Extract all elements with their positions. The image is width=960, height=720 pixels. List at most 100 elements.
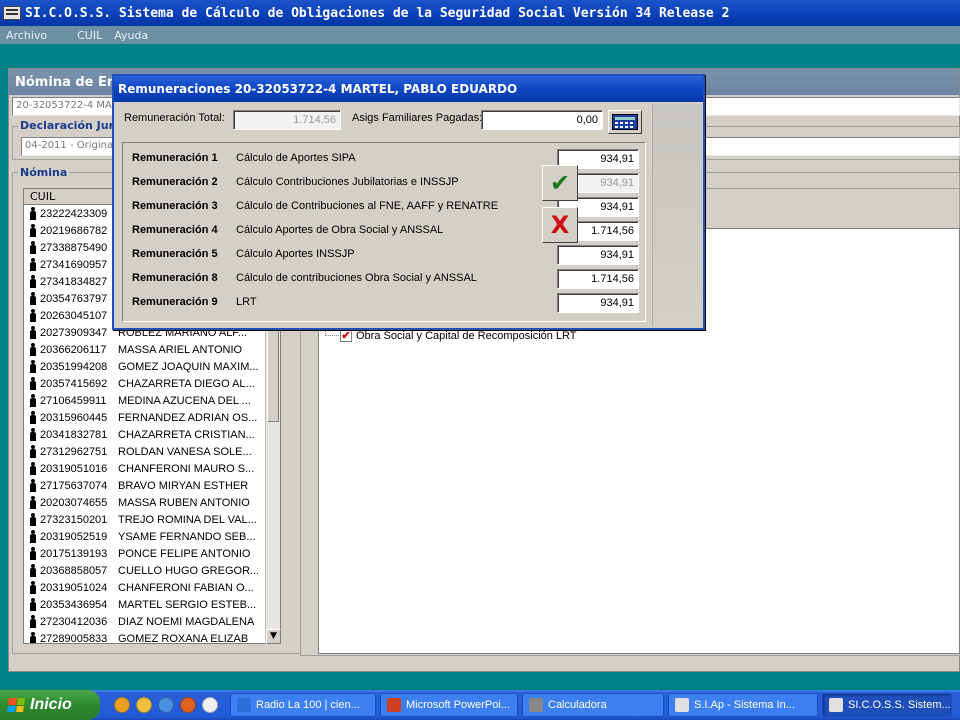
scroll-down-icon[interactable]: ▼ [266, 629, 281, 644]
list-item[interactable]: 27312962751 ROLDAN VANESA SOLE... [24, 443, 280, 460]
list-item[interactable]: 20203074655 MASSA RUBEN ANTONIO [24, 494, 280, 511]
remuneracion-value-input[interactable]: 934,91 [557, 293, 639, 313]
row-name: GOMEZ JOAQUIN MAXIM... [118, 360, 258, 373]
start-label: Inicio [30, 696, 72, 713]
app-titlebar[interactable]: SI.C.O.S.S. Sistema de Cálculo de Obliga… [0, 0, 960, 26]
row-cuil: 20263045107 [40, 309, 108, 322]
list-item[interactable]: 27323150201 TREJO ROMINA DEL VAL... [24, 511, 280, 528]
checkmark-icon: ✔ [549, 169, 571, 197]
list-item[interactable]: 27230412036 DIAZ NOEMI MAGDALENA [24, 613, 280, 630]
row-name: ROLDAN VANESA SOLE... [118, 445, 252, 458]
list-item[interactable]: 20319052519 YSAME FERNANDO SEB... [24, 528, 280, 545]
row-name: CHANFERONI FABIAN O... [118, 581, 254, 594]
remuneraciones-dialog: Remuneraciones 20-32053722-4 MARTEL, PAB… [112, 74, 705, 330]
remuneracion-desc: Cálculo Aportes de Obra Social y ANSSAL [236, 224, 444, 236]
remuneracion-desc: Cálculo Aportes INSSJP [236, 248, 355, 260]
remuneracion-row: Remuneración 5 Cálculo Aportes INSSJP [132, 244, 556, 264]
row-cuil: 20357415692 [40, 377, 108, 390]
list-item[interactable]: 20319051024 CHANFERONI FABIAN O... [24, 579, 280, 596]
dialog-titlebar[interactable]: Remuneraciones 20-32053722-4 MARTEL, PAB… [114, 76, 703, 102]
taskbar-button[interactable]: Radio La 100 | cien... [230, 693, 376, 717]
quicklaunch-firefox-icon[interactable] [180, 697, 196, 713]
row-cuil: 27341834827 [40, 275, 108, 288]
row-name: YSAME FERNANDO SEB... [118, 530, 256, 543]
quicklaunch-outlook-icon[interactable] [136, 697, 152, 713]
person-icon [30, 258, 36, 271]
remuneracion-desc: Cálculo Contribuciones Jubilatorias e IN… [236, 176, 459, 188]
menu-cuil[interactable]: CUIL [71, 29, 108, 42]
list-item[interactable]: 20357415692 CHAZARRETA DIEGO AL... [24, 375, 280, 392]
app-title: SI.C.O.S.S. Sistema de Cálculo de Obliga… [25, 5, 730, 21]
person-icon [30, 207, 36, 220]
row-cuil: 23222423309 [40, 207, 108, 220]
row-cuil: 20319052519 [40, 530, 108, 543]
list-item[interactable]: 20315960445 FERNANDEZ ADRIAN OS... [24, 409, 280, 426]
checkbox-icon[interactable]: ✔ [340, 330, 352, 342]
person-icon [30, 479, 36, 492]
person-icon [30, 394, 36, 407]
remuneracion-row: Remuneración 8 Cálculo de contribuciones … [132, 268, 556, 288]
ok-button[interactable]: ✔ [542, 165, 578, 201]
menu-ayuda[interactable]: Ayuda [108, 29, 154, 42]
task-app-icon [387, 698, 401, 712]
list-item[interactable]: 20175139193 PONCE FELIPE ANTONIO [24, 545, 280, 562]
list-item[interactable]: 27175637074 BRAVO MIRYAN ESTHER [24, 477, 280, 494]
list-item[interactable]: 20319051016 CHANFERONI MAURO S... [24, 460, 280, 477]
row-name: DIAZ NOEMI MAGDALENA [118, 615, 255, 628]
nomina-label: Nómina [18, 166, 70, 179]
remuneracion-row: Remuneración 4 Cálculo Aportes de Obra So… [132, 220, 556, 240]
person-icon [30, 615, 36, 628]
person-icon [30, 445, 36, 458]
list-item[interactable]: 27289005833 GOMEZ ROXANA ELIZAB [24, 630, 280, 644]
task-app-icon [237, 698, 251, 712]
remuneracion-value-input[interactable]: 1.714,56 [557, 269, 639, 289]
list-item[interactable]: 20353436954 MARTEL SERGIO ESTEB... [24, 596, 280, 613]
rem-total-input: 1.714,56 [233, 110, 341, 130]
list-item[interactable]: 20351994208 GOMEZ JOAQUIN MAXIM... [24, 358, 280, 375]
row-name: CHAZARRETA CRISTIAN... [118, 428, 255, 441]
calculator-button[interactable] [608, 110, 642, 134]
start-button[interactable]: Inicio [0, 690, 100, 720]
asigs-label: Asigs Familiares Pagadas: [352, 112, 483, 124]
row-name: TREJO ROMINA DEL VAL... [118, 513, 257, 526]
taskbar-button[interactable]: Calculadora [522, 693, 664, 717]
list-item[interactable]: 20366206117 MASSA ARIEL ANTONIO [24, 341, 280, 358]
taskbar-button[interactable]: Microsoft PowerPoi... [380, 693, 518, 717]
row-name: MARTEL SERGIO ESTEB... [118, 598, 257, 611]
close-icon: X [550, 211, 570, 239]
person-icon [30, 411, 36, 424]
tree-item-obra-social[interactable]: ✔ Obra Social y Capital de Recomposición… [340, 330, 577, 342]
taskbar-button[interactable]: SI.C.O.S.S. Sistem... [822, 693, 952, 717]
taskbar: Inicio Radio La 100 | cien... Microsoft P… [0, 690, 960, 720]
row-cuil: 20319051016 [40, 462, 108, 475]
tree-item-label: Obra Social y Capital de Recomposición L… [356, 330, 577, 342]
remuneracion-name: Remuneración 4 [132, 224, 218, 236]
row-cuil: 20219686782 [40, 224, 108, 237]
row-cuil: 27289005833 [40, 632, 108, 644]
remuneracion-name: Remuneración 2 [132, 176, 218, 188]
person-icon [30, 309, 36, 322]
list-item[interactable]: 20341832781 CHAZARRETA CRISTIAN... [24, 426, 280, 443]
person-icon [30, 598, 36, 611]
list-item[interactable]: 20368858057 CUELLO HUGO GREGOR... [24, 562, 280, 579]
remuneracion-value-input[interactable]: 934,91 [557, 245, 639, 265]
remuneracion-desc: LRT [236, 296, 257, 308]
row-cuil: 27106459911 [40, 394, 107, 407]
person-icon [30, 428, 36, 441]
row-cuil: 20354763797 [40, 292, 108, 305]
remuneracion-desc: Cálculo de contribuciones Obra Social y … [236, 272, 477, 284]
list-item[interactable]: 27106459911 MEDINA AZUCENA DEL ... [24, 392, 280, 409]
row-cuil: 20273909347 [40, 326, 108, 339]
menu-bar: Archivo CUIL Ayuda [0, 26, 960, 44]
quicklaunch-norton-icon[interactable] [114, 697, 130, 713]
menu-archivo[interactable]: Archivo [0, 29, 53, 42]
remuneracion-desc: Cálculo de Contribuciones al FNE, AAFF y… [236, 200, 499, 212]
quicklaunch-ie-icon[interactable] [158, 697, 174, 713]
row-cuil: 20351994208 [40, 360, 108, 373]
person-icon [30, 581, 36, 594]
quicklaunch-media-icon[interactable] [202, 697, 218, 713]
row-name: FERNANDEZ ADRIAN OS... [118, 411, 258, 424]
cancel-button[interactable]: X [542, 207, 578, 243]
asigs-input[interactable]: 0,00 [481, 110, 603, 130]
taskbar-button[interactable]: S.I.Ap - Sistema In... [668, 693, 818, 717]
